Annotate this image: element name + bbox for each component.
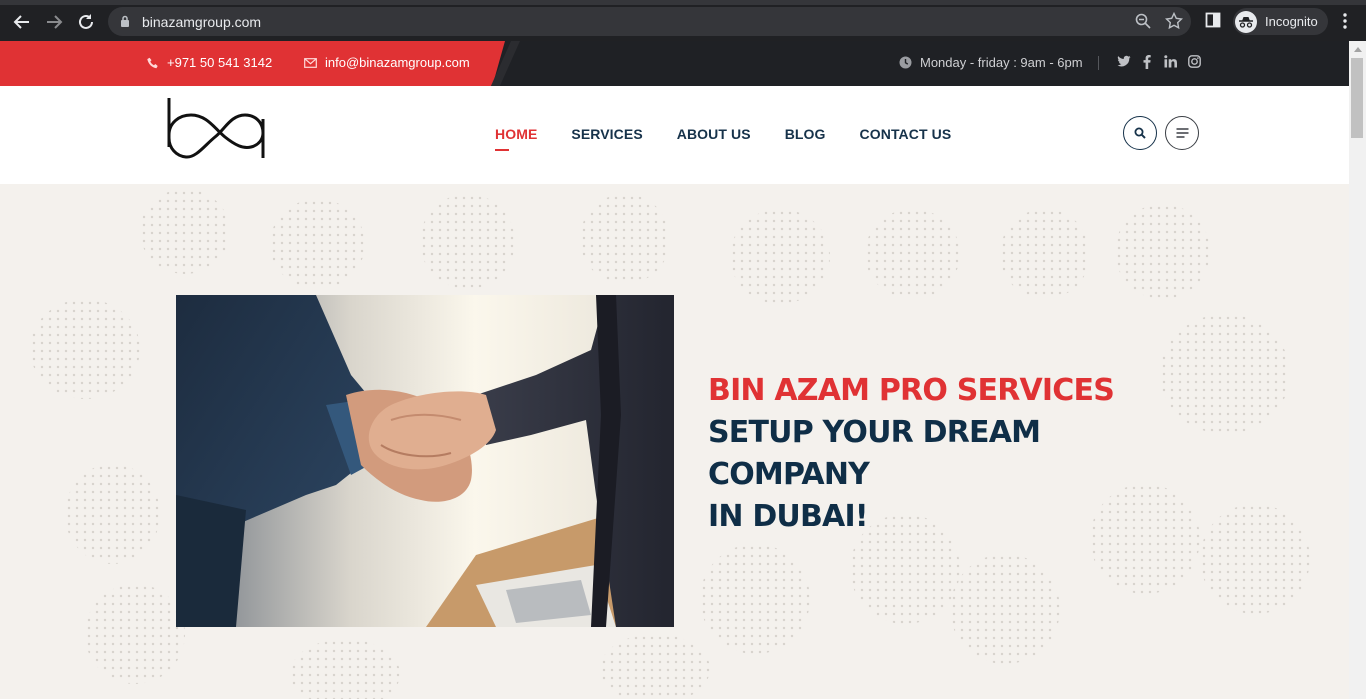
site-header: HOME SERVICES ABOUT US BLOG CONTACT US	[0, 86, 1349, 184]
reload-icon	[79, 14, 93, 29]
back-button[interactable]	[10, 10, 34, 34]
nav-services[interactable]: SERVICES	[571, 126, 642, 142]
zoom-icon[interactable]	[1135, 13, 1151, 29]
dot-pattern	[1160, 314, 1290, 434]
scrollbar-thumb[interactable]	[1351, 58, 1363, 138]
browser-toolbar: binazamgroup.com Incognito	[0, 0, 1366, 41]
hamburger-icon	[1176, 128, 1188, 138]
hero-subtitle-line-2: IN DUBAI!	[708, 499, 869, 534]
dot-pattern	[140, 189, 230, 274]
phone-number: +971 50 541 3142	[167, 55, 273, 70]
search-icon	[1134, 127, 1146, 139]
dot-pattern	[290, 639, 400, 699]
dot-pattern	[1115, 204, 1210, 299]
hero-title: BIN AZAM PRO SERVICES	[708, 373, 1115, 408]
handshake-photo	[176, 295, 674, 627]
dot-pattern	[420, 194, 515, 289]
dot-pattern	[730, 209, 830, 304]
browser-menu-icon[interactable]	[1337, 10, 1353, 32]
business-hours: Monday - friday : 9am - 6pm	[899, 55, 1083, 70]
email-link[interactable]: info@binazamgroup.com	[304, 55, 470, 70]
dot-pattern	[950, 554, 1060, 664]
nav-blog[interactable]: BLOG	[785, 126, 826, 142]
phone-link[interactable]: +971 50 541 3142	[147, 55, 272, 70]
dot-pattern	[1000, 209, 1090, 299]
linkedin-icon[interactable]	[1164, 55, 1177, 68]
incognito-icon	[1235, 10, 1257, 33]
forward-button[interactable]	[42, 10, 66, 34]
hero-headline: BIN AZAM PRO SERVICES SETUP YOUR DREAM C…	[708, 370, 1168, 538]
dot-pattern	[30, 299, 140, 399]
page-scrollbar[interactable]	[1349, 41, 1366, 699]
instagram-icon[interactable]	[1188, 55, 1201, 68]
address-bar[interactable]: binazamgroup.com	[108, 7, 1191, 36]
clock-icon	[899, 56, 912, 69]
search-button[interactable]	[1123, 116, 1157, 150]
scroll-up-arrow-icon[interactable]	[1354, 47, 1362, 52]
dot-pattern	[65, 464, 160, 564]
top-info-bar: +971 50 541 3142 info@binazamgroup.com M…	[0, 41, 1349, 86]
lock-icon	[121, 15, 129, 27]
dot-pattern	[700, 544, 810, 654]
envelope-icon	[304, 57, 317, 68]
url-text[interactable]: binazamgroup.com	[142, 14, 261, 30]
back-arrow-icon	[13, 15, 29, 29]
reload-button[interactable]	[74, 10, 98, 34]
profile-label: Incognito	[1265, 14, 1318, 29]
hours-text: Monday - friday : 9am - 6pm	[920, 55, 1083, 70]
hero-subtitle-line-1: SETUP YOUR DREAM COMPANY	[708, 415, 1041, 492]
nav-home[interactable]: HOME	[495, 126, 537, 151]
divider	[1098, 56, 1099, 70]
facebook-icon[interactable]	[1143, 55, 1151, 69]
side-panel-icon[interactable]	[1205, 12, 1221, 28]
tab-strip	[0, 0, 1366, 5]
bookmark-star-icon[interactable]	[1165, 12, 1183, 30]
dot-pattern	[580, 194, 670, 284]
email-address: info@binazamgroup.com	[325, 55, 470, 70]
menu-toggle-button[interactable]	[1165, 116, 1199, 150]
hero-section: BIN AZAM PRO SERVICES SETUP YOUR DREAM C…	[0, 184, 1349, 699]
dot-pattern	[1200, 504, 1310, 614]
main-nav: HOME SERVICES ABOUT US BLOG CONTACT US	[495, 126, 952, 151]
ba-logo[interactable]	[166, 97, 268, 161]
nav-contact-us[interactable]: CONTACT US	[860, 126, 952, 142]
incognito-badge[interactable]: Incognito	[1233, 8, 1328, 35]
web-page: +971 50 541 3142 info@binazamgroup.com M…	[0, 41, 1349, 699]
dot-pattern	[85, 584, 185, 684]
phone-icon	[147, 57, 158, 68]
dot-pattern	[865, 209, 960, 299]
nav-about-us[interactable]: ABOUT US	[677, 126, 751, 142]
dot-pattern	[270, 199, 365, 289]
dot-pattern	[600, 634, 710, 699]
forward-arrow-icon	[47, 15, 63, 29]
twitter-icon[interactable]	[1117, 55, 1131, 68]
